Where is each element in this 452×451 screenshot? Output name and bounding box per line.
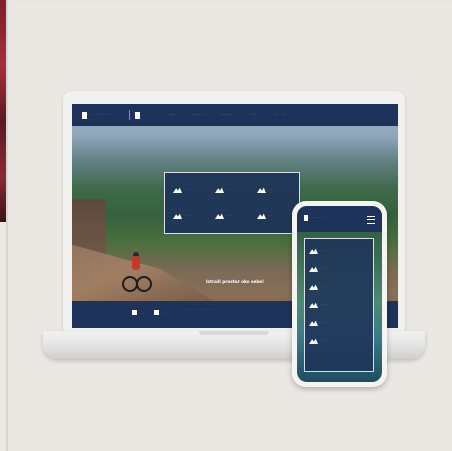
phone-screen: · · · · · · · · · · · · · · · · · · · · … [297, 206, 382, 382]
mountain-icon [173, 187, 182, 193]
logo-divider [129, 110, 130, 120]
category-tile[interactable]: · · · [253, 203, 295, 229]
phone-header: · · · · · · · · · · [297, 206, 382, 232]
list-item[interactable]: · · · [309, 260, 369, 278]
list-item[interactable]: · · · [309, 242, 369, 260]
nav-item-3[interactable]: · · · · · · · [220, 113, 234, 117]
language-switch: · · · · [274, 113, 285, 117]
mountain-icon [215, 213, 224, 219]
footer-link[interactable]: · · · [132, 310, 144, 315]
cyclist-figure [122, 252, 152, 294]
list-item[interactable]: · · · [309, 332, 369, 350]
mountain-icon [309, 302, 318, 308]
category-tile[interactable]: · · · [211, 177, 253, 203]
category-tile[interactable]: · · · [211, 203, 253, 229]
list-item[interactable]: · · · [309, 314, 369, 332]
footer-icon [154, 310, 159, 315]
nav-item-2[interactable]: · · · · · · · [190, 113, 204, 117]
divider-line [6, 0, 8, 451]
crest-icon [82, 111, 87, 119]
category-tile[interactable]: · · · [169, 203, 211, 229]
phone-logo[interactable]: · · · · · · · · · · [304, 215, 340, 221]
crest-icon [304, 215, 308, 221]
mountain-icon [257, 187, 266, 193]
hero-tagline: Istraži prostor oko sebe! [206, 279, 265, 284]
mountain-icon [257, 213, 266, 219]
lang-option-2[interactable]: · · [282, 113, 285, 117]
mountain-icon [309, 266, 318, 272]
mountain-icon [173, 213, 182, 219]
category-tile[interactable]: · · · [169, 177, 211, 203]
mountain-icon [309, 338, 318, 344]
phone-category-list: · · · · · · · · · · · · · · · · · · [304, 238, 374, 372]
mountain-icon [309, 248, 318, 254]
footer-icon [132, 310, 137, 315]
site-logo[interactable]: · · · · · · · · · · · · · · [82, 111, 124, 119]
partner-logo-icon [135, 111, 140, 119]
menu-icon[interactable] [367, 216, 375, 224]
mountain-icon [309, 284, 318, 290]
footer-link[interactable]: · · · [154, 310, 166, 315]
nav-item-4[interactable]: · · · [250, 113, 255, 117]
category-tile[interactable]: · · · [253, 177, 295, 203]
main-nav: · · · · · · · · · · · · · · · · · · · · [169, 113, 256, 117]
footer-text: · · · · · · · · · · · · · · · · · [184, 307, 214, 311]
lang-option-1[interactable]: · · [274, 113, 277, 117]
list-item[interactable]: · · · [309, 296, 369, 314]
site-header: · · · · · · · · · · · · · · · · · · · · … [72, 104, 398, 126]
mountain-icon [215, 187, 224, 193]
logo-text: · · · · · · · · · · · · · · [90, 112, 116, 117]
nav-item-1[interactable]: · · · [169, 113, 174, 117]
mountain-icon [309, 320, 318, 326]
category-grid: · · · · · · · · · · · · · · · · · · [164, 172, 300, 234]
laptop-notch [199, 331, 269, 335]
list-item[interactable]: · · · [309, 278, 369, 296]
